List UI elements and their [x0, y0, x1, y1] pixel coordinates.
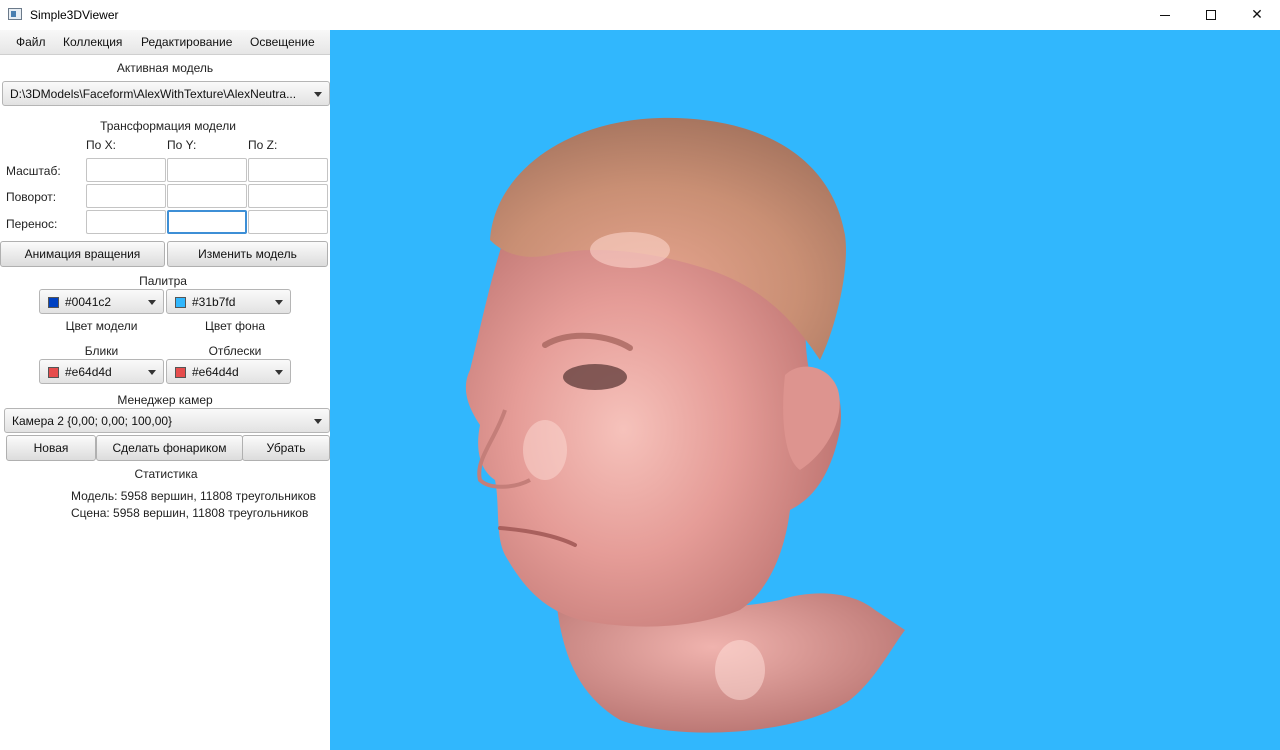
background-color-label: Цвет фона: [204, 319, 266, 333]
camera-manager-heading: Менеджер камер: [117, 393, 213, 407]
model-color-value: #0041c2: [65, 295, 112, 309]
menu-lighting[interactable]: Освещение: [250, 35, 315, 49]
head-model-render: [465, 117, 905, 733]
scale-x-input[interactable]: [86, 158, 166, 182]
palette-heading: Палитра: [139, 274, 187, 288]
model-color-picker[interactable]: #0041c2: [39, 289, 164, 314]
neck-highlight: [715, 640, 765, 700]
axis-y-label: По Y:: [167, 138, 197, 152]
highlights-color-picker[interactable]: #e64d4d: [39, 359, 164, 384]
rotation-y-input[interactable]: [167, 184, 247, 208]
translation-z-input[interactable]: [248, 210, 328, 234]
statistics-heading: Статистика: [134, 467, 198, 481]
highlights-label: Блики: [84, 344, 119, 358]
eye-shape: [563, 364, 627, 390]
chevron-down-icon: [275, 370, 283, 375]
maximize-icon: [1206, 10, 1216, 20]
menu-file[interactable]: Файл: [16, 35, 46, 49]
axis-z-label: По Z:: [248, 138, 278, 152]
background-color-swatch: [175, 297, 186, 308]
3d-viewport[interactable]: [330, 30, 1280, 750]
background-color-value: #31b7fd: [192, 295, 236, 309]
reflections-label: Отблески: [208, 344, 262, 358]
highlights-color-value: #e64d4d: [65, 365, 112, 379]
close-button[interactable]: ✕: [1234, 0, 1280, 30]
camera-select[interactable]: Камера 2 {0,00; 0,00; 100,00}: [4, 408, 330, 433]
minimize-icon: [1160, 14, 1170, 16]
new-camera-button[interactable]: Новая: [6, 435, 96, 461]
scale-z-input[interactable]: [248, 158, 328, 182]
cheek-highlight: [523, 420, 567, 480]
reflections-color-picker[interactable]: #e64d4d: [166, 359, 291, 384]
minimize-button[interactable]: [1142, 0, 1188, 30]
highlights-color-swatch: [48, 367, 59, 378]
scene-stats: Сцена: 5958 вершин, 11808 треугольников: [71, 506, 309, 520]
menu-collection[interactable]: Коллекция: [63, 35, 122, 49]
menu-edit[interactable]: Редактирование: [141, 35, 232, 49]
model-stats: Модель: 5958 вершин, 11808 треугольников: [71, 489, 317, 503]
reflections-color-value: #e64d4d: [192, 365, 239, 379]
forehead-highlight: [590, 232, 670, 268]
active-model-heading: Активная модель: [116, 61, 214, 75]
active-model-path: D:\3DModels\Faceform\AlexWithTexture\Ale…: [10, 87, 297, 101]
remove-camera-button[interactable]: Убрать: [242, 435, 330, 461]
transform-heading: Трансформация модели: [100, 119, 236, 133]
model-color-swatch: [48, 297, 59, 308]
scale-label: Масштаб:: [6, 164, 61, 178]
camera-selected-value: Камера 2 {0,00; 0,00; 100,00}: [12, 414, 173, 428]
rotation-z-input[interactable]: [248, 184, 328, 208]
window-title: Simple3DViewer: [30, 8, 119, 22]
rotation-label: Поворот:: [6, 190, 57, 204]
make-flashlight-button[interactable]: Сделать фонариком: [96, 435, 243, 461]
axis-x-label: По X:: [86, 138, 116, 152]
chevron-down-icon: [148, 370, 156, 375]
reflections-color-swatch: [175, 367, 186, 378]
translation-label: Перенос:: [6, 217, 58, 231]
scale-y-input[interactable]: [167, 158, 247, 182]
change-model-button[interactable]: Изменить модель: [167, 241, 328, 267]
background-color-picker[interactable]: #31b7fd: [166, 289, 291, 314]
chevron-down-icon: [314, 92, 322, 97]
rotation-x-input[interactable]: [86, 184, 166, 208]
model-color-label: Цвет модели: [65, 319, 138, 333]
app-icon: [8, 8, 22, 20]
translation-x-input[interactable]: [86, 210, 166, 234]
translation-y-input[interactable]: [167, 210, 247, 234]
chevron-down-icon: [275, 300, 283, 305]
close-icon: ✕: [1251, 7, 1263, 23]
maximize-button[interactable]: [1188, 0, 1234, 30]
control-panel: Файл Коллекция Редактирование Освещение …: [0, 30, 330, 750]
chevron-down-icon: [314, 419, 322, 424]
rotation-animation-button[interactable]: Анимация вращения: [0, 241, 165, 267]
menu-bar: Файл Коллекция Редактирование Освещение: [0, 30, 330, 55]
chevron-down-icon: [148, 300, 156, 305]
title-bar: Simple3DViewer ✕: [0, 0, 1280, 30]
active-model-select[interactable]: D:\3DModels\Faceform\AlexWithTexture\Ale…: [2, 81, 330, 106]
